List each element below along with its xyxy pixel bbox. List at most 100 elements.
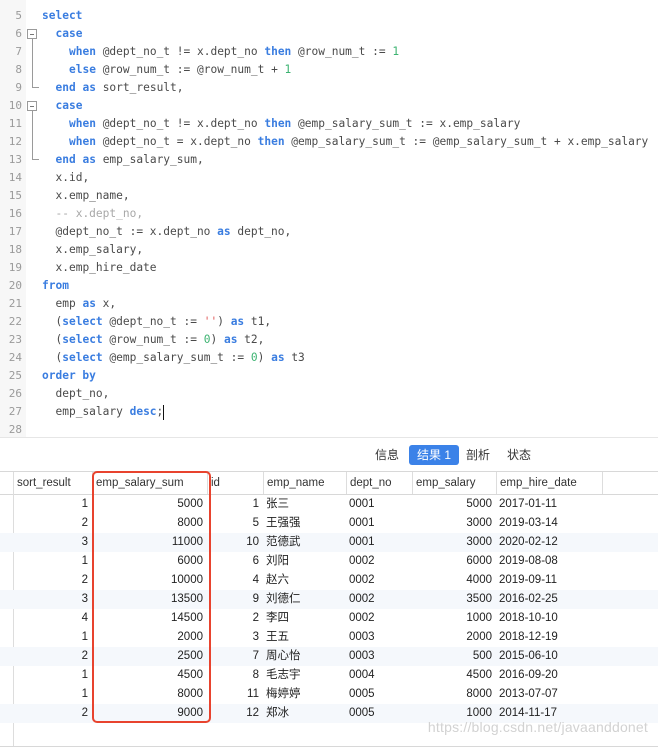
- cell-emp-salary[interactable]: 3500: [412, 590, 496, 609]
- cell-dept-no[interactable]: 0002: [346, 590, 412, 609]
- code-line[interactable]: 24 (select @emp_salary_sum_t := 0) as t3: [0, 349, 658, 367]
- cell-id[interactable]: 7: [207, 647, 263, 666]
- cell-emp-salary[interactable]: 3000: [412, 514, 496, 533]
- column-header-emp-hire-date[interactable]: emp_hire_date: [496, 472, 602, 494]
- cell-id[interactable]: 3: [207, 628, 263, 647]
- fold-collapse-icon[interactable]: [27, 101, 37, 111]
- cell-sort-result[interactable]: 1: [13, 628, 92, 647]
- cell-dept-no[interactable]: 0003: [346, 647, 412, 666]
- code-line[interactable]: 13 end as emp_salary_sum,: [0, 151, 658, 169]
- cell-id[interactable]: 9: [207, 590, 263, 609]
- cell-emp-salary-sum[interactable]: 8000: [92, 514, 207, 533]
- cell-emp-salary-sum[interactable]: 11000: [92, 533, 207, 552]
- column-header-dept-no[interactable]: dept_no: [346, 472, 412, 494]
- code-line[interactable]: 21 emp as x,: [0, 295, 658, 313]
- tab-status[interactable]: 状态: [499, 445, 539, 465]
- cell-emp-name[interactable]: 赵六: [263, 571, 346, 590]
- cell-emp-name[interactable]: 刘阳: [263, 552, 346, 571]
- cell-emp-hire-date[interactable]: 2016-02-25: [496, 590, 602, 609]
- cell-id[interactable]: 2: [207, 609, 263, 628]
- column-header-sort-result[interactable]: sort_result: [13, 472, 92, 494]
- cell-id[interactable]: 5: [207, 514, 263, 533]
- code-line[interactable]: 27 emp_salary desc;: [0, 403, 658, 421]
- cell-emp-hire-date[interactable]: 2019-09-11: [496, 571, 602, 590]
- cell-emp-salary-sum[interactable]: 13500: [92, 590, 207, 609]
- code-line[interactable]: 12 when @dept_no_t = x.dept_no then @emp_…: [0, 133, 658, 151]
- cell-emp-salary[interactable]: 500: [412, 647, 496, 666]
- table-row[interactable]: 3 11000 10 范德武 0001 3000 2020-02-12: [0, 533, 658, 552]
- fold-collapse-icon[interactable]: [27, 29, 37, 39]
- cell-dept-no[interactable]: 0004: [346, 666, 412, 685]
- cell-emp-salary[interactable]: 5000: [412, 495, 496, 514]
- table-row[interactable]: 4 14500 2 李四 0002 1000 2018-10-10: [0, 609, 658, 628]
- table-row[interactable]: 2 10000 4 赵六 0002 4000 2019-09-11: [0, 571, 658, 590]
- code-line[interactable]: 8 else @row_num_t := @row_num_t + 1: [0, 61, 658, 79]
- table-row[interactable]: 1 6000 6 刘阳 0002 6000 2019-08-08: [0, 552, 658, 571]
- code-line[interactable]: 9 end as sort_result,: [0, 79, 658, 97]
- cell-id[interactable]: 8: [207, 666, 263, 685]
- cell-sort-result[interactable]: 1: [13, 552, 92, 571]
- sql-editor[interactable]: 5 select 6 case 7 when @dept_no_t != x.dept_n…: [0, 0, 658, 438]
- cell-emp-salary-sum[interactable]: 2500: [92, 647, 207, 666]
- cell-emp-salary-sum[interactable]: 10000: [92, 571, 207, 590]
- cell-emp-name[interactable]: 李四: [263, 609, 346, 628]
- cell-emp-salary[interactable]: 2000: [412, 628, 496, 647]
- cell-emp-name[interactable]: 毛志宇: [263, 666, 346, 685]
- code-line[interactable]: 6 case: [0, 25, 658, 43]
- code-line[interactable]: 18 x.emp_salary,: [0, 241, 658, 259]
- code-line[interactable]: 10 case: [0, 97, 658, 115]
- cell-emp-salary-sum[interactable]: 2000: [92, 628, 207, 647]
- cell-dept-no[interactable]: 0005: [346, 704, 412, 723]
- cell-emp-hire-date[interactable]: 2017-01-11: [496, 495, 602, 514]
- cell-dept-no[interactable]: 0003: [346, 628, 412, 647]
- cell-id[interactable]: 11: [207, 685, 263, 704]
- cell-emp-salary[interactable]: 4000: [412, 571, 496, 590]
- cell-emp-name[interactable]: 张三: [263, 495, 346, 514]
- cell-dept-no[interactable]: 0001: [346, 533, 412, 552]
- cell-emp-name[interactable]: 周心怡: [263, 647, 346, 666]
- cell-id[interactable]: 1: [207, 495, 263, 514]
- code-line[interactable]: 23 (select @row_num_t := 0) as t2,: [0, 331, 658, 349]
- cell-emp-name[interactable]: 王五: [263, 628, 346, 647]
- cell-emp-hire-date[interactable]: 2015-06-10: [496, 647, 602, 666]
- cell-sort-result[interactable]: 2: [13, 647, 92, 666]
- cell-emp-name[interactable]: 范德武: [263, 533, 346, 552]
- cell-id[interactable]: 4: [207, 571, 263, 590]
- code-line[interactable]: 17 @dept_no_t := x.dept_no as dept_no,: [0, 223, 658, 241]
- table-row[interactable]: 1 5000 1 张三 0001 5000 2017-01-11: [0, 495, 658, 514]
- cell-sort-result[interactable]: 1: [13, 685, 92, 704]
- cell-emp-name[interactable]: 郑冰: [263, 704, 346, 723]
- cell-emp-hire-date[interactable]: 2019-08-08: [496, 552, 602, 571]
- cell-dept-no[interactable]: 0005: [346, 685, 412, 704]
- column-header-emp-salary-sum[interactable]: emp_salary_sum: [92, 472, 207, 494]
- cell-emp-hire-date[interactable]: 2019-03-14: [496, 514, 602, 533]
- cell-emp-hire-date[interactable]: 2018-10-10: [496, 609, 602, 628]
- cell-id[interactable]: 10: [207, 533, 263, 552]
- table-row[interactable]: 1 8000 11 梅婷婷 0005 8000 2013-07-07: [0, 685, 658, 704]
- code-line[interactable]: 28: [0, 421, 658, 437]
- cell-emp-hire-date[interactable]: 2013-07-07: [496, 685, 602, 704]
- column-header-id[interactable]: id: [207, 472, 263, 494]
- cell-emp-salary[interactable]: 1000: [412, 609, 496, 628]
- code-line[interactable]: 20 from: [0, 277, 658, 295]
- cell-dept-no[interactable]: 0002: [346, 609, 412, 628]
- cell-emp-salary-sum[interactable]: 9000: [92, 704, 207, 723]
- column-header-emp-name[interactable]: emp_name: [263, 472, 346, 494]
- cell-dept-no[interactable]: 0001: [346, 514, 412, 533]
- tab-result-1[interactable]: 结果 1: [409, 445, 460, 465]
- cell-emp-salary[interactable]: 4500: [412, 666, 496, 685]
- cell-emp-hire-date[interactable]: 2020-02-12: [496, 533, 602, 552]
- cell-dept-no[interactable]: 0002: [346, 571, 412, 590]
- cell-emp-salary-sum[interactable]: 6000: [92, 552, 207, 571]
- code-line[interactable]: 16 -- x.dept_no,: [0, 205, 658, 223]
- cell-sort-result[interactable]: 2: [13, 704, 92, 723]
- cell-emp-name[interactable]: 王强强: [263, 514, 346, 533]
- code-line[interactable]: 14 x.id,: [0, 169, 658, 187]
- cell-emp-salary-sum[interactable]: 5000: [92, 495, 207, 514]
- cell-emp-salary-sum[interactable]: 4500: [92, 666, 207, 685]
- code-line[interactable]: 22 (select @dept_no_t := '') as t1,: [0, 313, 658, 331]
- cell-id[interactable]: 6: [207, 552, 263, 571]
- column-header-emp-salary[interactable]: emp_salary: [412, 472, 496, 494]
- cell-sort-result[interactable]: 4: [13, 609, 92, 628]
- code-line[interactable]: 19 x.emp_hire_date: [0, 259, 658, 277]
